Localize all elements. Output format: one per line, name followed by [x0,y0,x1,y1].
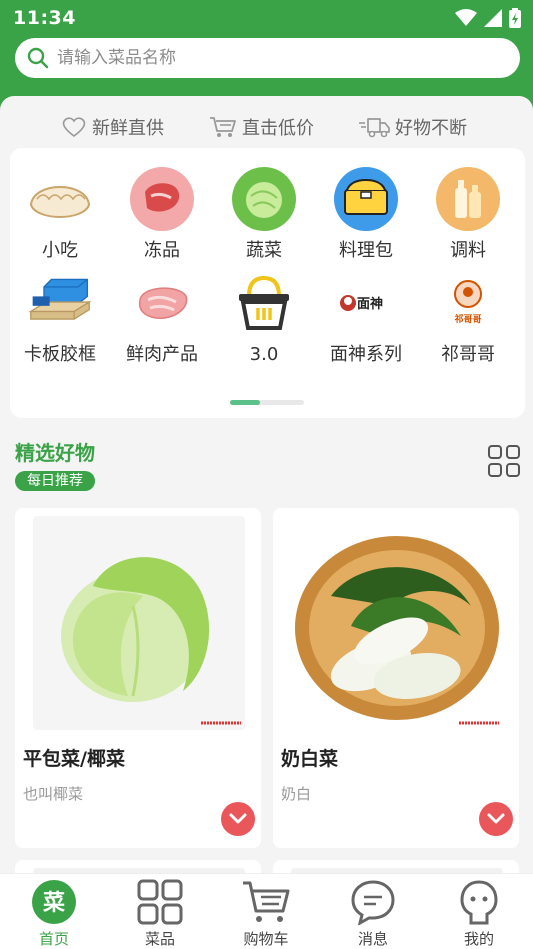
tab-messages[interactable]: 消息 [323,878,423,949]
category-pallet[interactable]: 卡板胶框 [12,270,108,366]
pallet-icon [27,270,93,336]
status-icons [455,8,521,28]
feature-fresh: 新鲜直供 [61,114,164,140]
search-box[interactable] [15,38,520,78]
truck-icon [359,118,390,138]
category-basket[interactable]: 3.0 [216,270,312,365]
tab-label: 菜品 [144,930,175,948]
feature-low-price: 直击低价 [209,114,314,140]
section-title: 精选好物 [15,441,95,465]
category-label: 3.0 [249,344,279,365]
feature-strip: 新鲜直供 直击低价 好物不断 [0,114,533,144]
category-page-indicator [230,400,304,405]
product-card[interactable]: 奶白菜 奶白 [273,508,519,848]
category-snacks[interactable]: 小吃 [12,166,108,262]
tab-label: 消息 [357,930,388,948]
chevron-down-icon [229,813,247,824]
tab-dishes[interactable]: 菜品 [110,878,210,949]
category-label: 料理包 [339,240,393,261]
add-to-cart-button[interactable] [221,802,255,836]
product-image-cabbage [33,516,245,730]
wifi-icon [455,9,477,26]
category-label: 卡板胶框 [24,344,96,365]
tab-label: 我的 [463,930,494,948]
product-desc: 奶白 [281,785,312,803]
feature-label: 好物不断 [395,118,467,139]
signal-icon [484,9,502,27]
product-image-bok-choy [291,516,503,730]
page-indicator-active [230,400,260,405]
category-vegetables[interactable]: 蔬菜 [216,166,312,262]
product-name: 平包菜/椰菜 [23,748,125,770]
product-desc: 也叫椰菜 [23,785,84,803]
user-icon [429,878,529,926]
svg-text:面神: 面神 [357,296,383,312]
grid-icon [110,878,210,926]
qigege-logo: 祁哥哥 [435,270,501,336]
dumpling-icon [27,166,93,232]
search-icon [27,47,49,69]
tab-label: 购物车 [243,930,289,948]
raw-meat-icon [129,270,195,336]
tab-profile[interactable]: 我的 [429,878,529,949]
status-time: 11:34 [13,7,76,29]
battery-icon [509,8,521,28]
home-icon: 菜 [4,878,104,926]
cart-icon [216,878,316,926]
category-label: 蔬菜 [246,240,282,261]
category-label: 面神系列 [330,344,402,365]
category-label: 祁哥哥 [441,344,495,365]
cabbage-icon [231,166,297,232]
mianshen-logo: 面神 [333,270,399,336]
svg-text:菜: 菜 [42,891,65,916]
meat-icon [129,166,195,232]
feature-goods: 好物不断 [358,114,467,140]
category-qigege[interactable]: 祁哥哥 祁哥哥 [420,270,516,366]
lunchbox-icon [333,166,399,232]
category-label: 鲜肉产品 [126,344,198,365]
tab-home[interactable]: 菜 首页 [4,878,104,949]
daily-recommend-badge: 每日推荐 [15,471,95,491]
svg-text:祁哥哥: 祁哥哥 [454,313,481,325]
tab-label: 首页 [38,930,69,948]
add-to-cart-button[interactable] [479,802,513,836]
category-frozen[interactable]: 冻品 [114,166,210,262]
cart-icon [210,117,236,137]
bottom-tab-bar: 菜 首页 菜品 购物车 消息 我的 [0,873,533,949]
feature-label: 直击低价 [242,118,314,139]
category-mianshen[interactable]: 面神 面神系列 [318,270,414,366]
search-input[interactable] [55,47,499,69]
category-fresh-meat[interactable]: 鲜肉产品 [114,270,210,366]
category-seasoning[interactable]: 调料 [420,166,516,262]
status-bar: 11:34 [0,0,533,36]
product-name: 奶白菜 [281,748,339,770]
category-card: 小吃 冻品 蔬菜 料理包 调料 卡板胶框 鲜肉产品 3.0 面神 面神系列 祁哥… [10,148,525,418]
tab-cart[interactable]: 购物车 [216,878,316,949]
category-label: 冻品 [144,240,180,261]
feature-label: 新鲜直供 [92,118,164,139]
product-card[interactable]: 平包菜/椰菜 也叫椰菜 [15,508,261,848]
basket-icon [231,270,297,336]
category-label: 调料 [450,240,486,261]
chat-bubble-icon [323,878,423,926]
heart-icon [62,117,86,137]
grid-view-icon[interactable] [487,444,521,482]
category-label: 小吃 [42,240,78,261]
chevron-down-icon [487,813,505,824]
bottles-icon [435,166,501,232]
category-meal-kit[interactable]: 料理包 [318,166,414,262]
